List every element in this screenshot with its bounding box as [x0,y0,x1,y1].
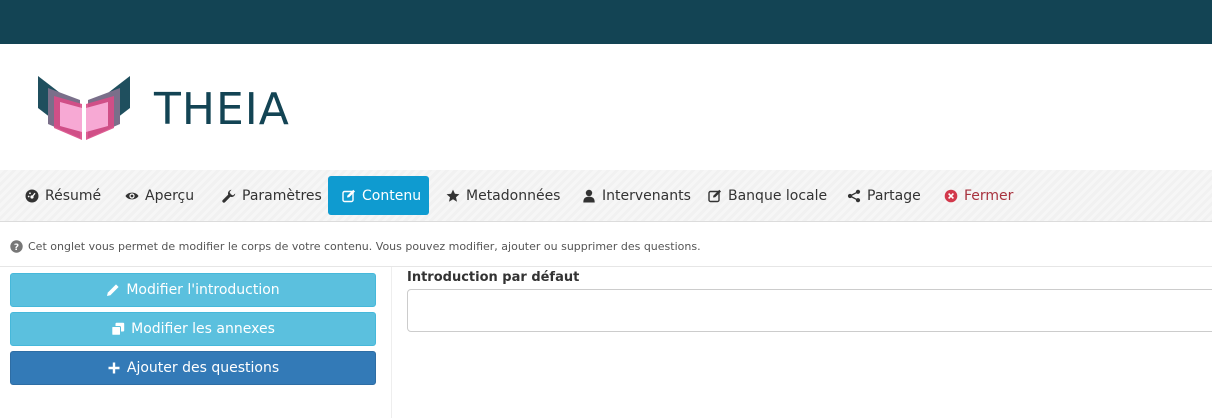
tab-label: Contenu [362,187,422,204]
tab-intervenants[interactable]: Intervenants [568,176,705,215]
help-message: ? Cet onglet vous permet de modifier le … [10,237,701,255]
add-questions-button[interactable]: Ajouter des questions [10,351,376,385]
tab-label: Banque locale [728,187,828,204]
tab-label: Aperçu [145,187,195,204]
tab-metadonnees[interactable]: Metadonnées [432,176,574,215]
tab-label: Paramètres [242,187,322,204]
edit-icon [708,189,722,203]
pencil-icon [106,283,120,297]
svg-text:?: ? [14,242,19,252]
help-text: Cet onglet vous permet de modifier le co… [28,239,701,253]
tab-bar: Résumé Aperçu Paramètres Contenu Metadon… [0,170,1212,222]
tab-banque-locale[interactable]: Banque locale [694,176,841,215]
button-label: Modifier les annexes [131,321,275,337]
share-icon [847,189,861,203]
brand-title: THEIA [154,84,290,135]
theia-logo-icon [36,70,132,142]
edit-annexes-button[interactable]: Modifier les annexes [10,312,376,346]
tab-contenu[interactable]: Contenu [328,176,429,215]
tab-label: Intervenants [602,187,691,204]
tab-resume[interactable]: Résumé [11,176,115,215]
tab-fermer[interactable]: Fermer [930,176,1027,215]
tab-label: Partage [867,187,921,204]
close-circle-icon [944,189,958,203]
tab-label: Metadonnées [466,187,561,204]
button-label: Ajouter des questions [126,360,280,376]
brand[interactable]: THEIA [36,70,289,142]
dashboard-icon [25,189,39,203]
star-icon [446,189,460,203]
introduction-label: Introduction par défaut [407,270,580,285]
actions-panel: Modifier l'introduction Modifier les ann… [0,267,392,418]
wrench-icon [222,189,236,203]
tab-parametres[interactable]: Paramètres [208,176,336,215]
question-circle-icon: ? [10,239,23,253]
tab-apercu[interactable]: Aperçu [111,176,208,215]
edit-icon [342,189,356,203]
tab-partage[interactable]: Partage [833,176,935,215]
eye-icon [125,189,139,203]
clone-icon [111,322,125,336]
tab-label: Résumé [45,187,102,204]
user-icon [582,189,596,203]
plus-icon [107,361,121,375]
top-bar [0,0,1212,44]
introduction-field[interactable] [407,289,1212,332]
button-label: Modifier l'introduction [126,282,280,298]
edit-introduction-button[interactable]: Modifier l'introduction [10,273,376,307]
tab-label: Fermer [964,187,1014,204]
